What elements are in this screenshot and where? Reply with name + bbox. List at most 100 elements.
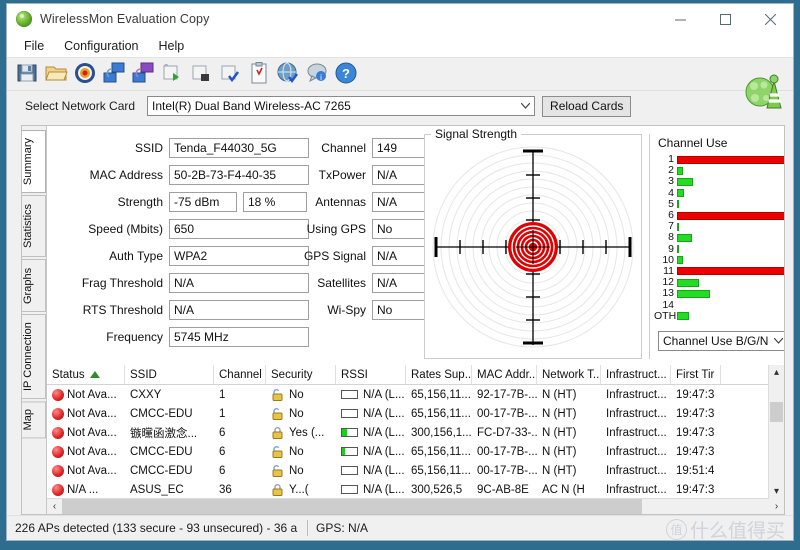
field-strength-percent-value[interactable]: 18 % <box>243 192 307 212</box>
column-header[interactable]: SSID <box>125 365 214 384</box>
minimize-button[interactable] <box>658 4 703 34</box>
table-cell-text: 65,156,11... <box>411 445 471 458</box>
hscroll-thumb[interactable] <box>62 499 642 514</box>
field-antennas-value[interactable]: N/A <box>372 192 425 212</box>
tab-statistics[interactable]: Statistics <box>22 195 46 258</box>
column-header[interactable]: First Tir <box>671 365 721 384</box>
table-cell-text: AC N (H <box>542 483 585 496</box>
scroll-down-arrow-icon[interactable]: ▾ <box>769 484 784 499</box>
network-monitors-purple-icon[interactable] <box>131 61 157 87</box>
scroll-left-arrow-icon[interactable]: ‹ <box>47 499 62 514</box>
menu-help[interactable]: Help <box>150 37 194 55</box>
field-speed-value[interactable]: 650 <box>169 219 309 239</box>
report-stop-icon[interactable] <box>189 61 215 87</box>
table-row[interactable]: Not Ava... CMCC-EDU 6 No N/A (L... 65,156,11.… <box>47 442 784 461</box>
field-satellites-label: Satellites <box>317 276 366 290</box>
table-cell-text: 300,156,1... <box>411 426 472 439</box>
tab-summary[interactable]: Summary <box>22 130 46 194</box>
table-cell-ssid: CXXY <box>125 389 214 401</box>
tab-map[interactable]: Map <box>22 401 46 439</box>
scroll-right-arrow-icon[interactable]: › <box>769 499 784 514</box>
globe-check-icon[interactable] <box>276 61 302 87</box>
network-monitors-blue-icon[interactable] <box>102 61 128 87</box>
table-cell-secure: No <box>266 446 336 458</box>
target-icon[interactable] <box>73 61 99 87</box>
field-gps-signal-label: GPS Signal <box>303 249 366 263</box>
field-channel: Channel 149 <box>300 138 425 158</box>
clipboard-icon[interactable] <box>247 61 273 87</box>
field-channel-value[interactable]: 149 <box>372 138 425 158</box>
menu-configuration[interactable]: Configuration <box>55 37 147 55</box>
open-folder-icon[interactable] <box>44 61 70 87</box>
column-header[interactable]: MAC Addr... <box>472 365 537 384</box>
report-run-icon[interactable] <box>160 61 186 87</box>
tab-graphs[interactable]: Graphs <box>22 259 46 313</box>
channel-use-label: 9 <box>668 242 674 255</box>
field-gps-signal-value[interactable]: N/A <box>372 246 425 266</box>
table-cell-ssid: CMCC-EDU <box>125 465 214 477</box>
field-frag-threshold-value[interactable]: N/A <box>169 273 309 293</box>
field-strength: Strength -75 dBm 18 % <box>47 192 307 212</box>
field-wi-spy-value[interactable]: No <box>372 300 425 320</box>
column-header[interactable]: Security <box>266 365 336 384</box>
save-icon[interactable] <box>15 61 41 87</box>
comment-info-icon[interactable]: i <box>305 61 331 87</box>
field-rts-threshold-value[interactable]: N/A <box>169 300 309 320</box>
field-ssid-value[interactable]: Tenda_F44030_5G <box>169 138 309 158</box>
field-satellites-value[interactable]: N/A <box>372 273 425 293</box>
table-cell-status: Not Ava... <box>47 445 125 458</box>
table-row[interactable]: Not Ava... CMCC-EDU 1 No N/A (L... 65,156,11.… <box>47 404 784 423</box>
chevron-down-icon <box>770 332 784 350</box>
column-header[interactable]: Infrastruct... <box>601 365 671 384</box>
table-row[interactable]: N/A ... ASUS_EC 36 Y...(N/A (L... 300,526,5 9… <box>47 480 784 498</box>
rssi-meter <box>341 466 358 475</box>
column-header[interactable]: Channel <box>214 365 266 384</box>
table-cell-first: 19:47:3 <box>671 446 721 458</box>
svg-text:?: ? <box>342 66 350 81</box>
summary-form: SSID Tenda_F44030_5G MAC Address 50-2B-7… <box>47 126 784 363</box>
channel-use-bar <box>677 189 684 198</box>
help-icon[interactable]: ? <box>334 61 360 87</box>
horizontal-scrollbar[interactable]: ‹ › <box>47 498 784 514</box>
reload-cards-button[interactable]: Reload Cards <box>542 95 632 117</box>
scroll-up-arrow-icon[interactable]: ▴ <box>769 365 784 380</box>
column-header[interactable]: Rates Sup... <box>406 365 472 384</box>
hscroll-track[interactable] <box>62 499 769 514</box>
channel-use-row: OTH <box>654 310 784 322</box>
field-using-gps-value[interactable]: No <box>372 219 425 239</box>
vertical-scrollbar[interactable]: ▴ ▾ <box>768 365 784 499</box>
field-txpower-value[interactable]: N/A <box>372 165 425 185</box>
table-cell-text: Infrastruct... <box>606 483 667 496</box>
network-card-dropdown[interactable]: Intel(R) Dual Band Wireless-AC 7265 <box>147 96 536 116</box>
report-check-icon[interactable] <box>218 61 244 87</box>
table-cell-first: 19:47:3 <box>671 484 721 496</box>
menu-file[interactable]: File <box>15 37 53 55</box>
vscroll-thumb[interactable] <box>770 402 783 422</box>
channel-use-selector[interactable]: Channel Use B/G/N <box>658 331 784 351</box>
column-header[interactable]: RSSI <box>336 365 406 384</box>
table-row[interactable]: Not Ava... CMCC-EDU 6 No N/A (L... 65,156,11.… <box>47 461 784 480</box>
table-cell-status: Not Ava... <box>47 407 125 420</box>
signal-strength-radar <box>432 146 634 348</box>
field-mac-address-value[interactable]: 50-2B-73-F4-40-35 <box>169 165 309 185</box>
tab-ip-connection[interactable]: IP Connection <box>22 314 46 400</box>
table-cell-infra: Infrastruct... <box>601 465 671 477</box>
column-header[interactable]: Status <box>47 365 125 384</box>
field-auth-type-value[interactable]: WPA2 <box>169 246 309 266</box>
table-cell-secure: No <box>266 408 336 420</box>
table-cell-ssid: ASUS_EC <box>125 484 214 496</box>
maximize-button[interactable] <box>703 4 748 34</box>
table-row[interactable]: Not Ava... 镞曭函激念... 6 Yes (... N/A (L... 300,… <box>47 423 784 442</box>
column-header-label: MAC Addr... <box>477 368 537 381</box>
column-header[interactable]: Network T... <box>537 365 601 384</box>
close-button[interactable] <box>748 4 793 34</box>
table-cell-text: Infrastruct... <box>606 407 667 420</box>
field-frequency-value[interactable]: 5745 MHz <box>169 327 309 347</box>
table-cell-text: 6 <box>219 445 226 458</box>
status-unavailable-icon <box>52 464 64 477</box>
table-cell-status: N/A ... <box>47 483 125 496</box>
column-header-label: Channel <box>219 368 262 381</box>
table-cell-text: N (HT) <box>542 445 577 458</box>
field-strength-dbm-value[interactable]: -75 dBm <box>169 192 237 212</box>
table-row[interactable]: Not Ava... CXXY 1 No N/A (L... 65,156,11... 92… <box>47 385 784 404</box>
